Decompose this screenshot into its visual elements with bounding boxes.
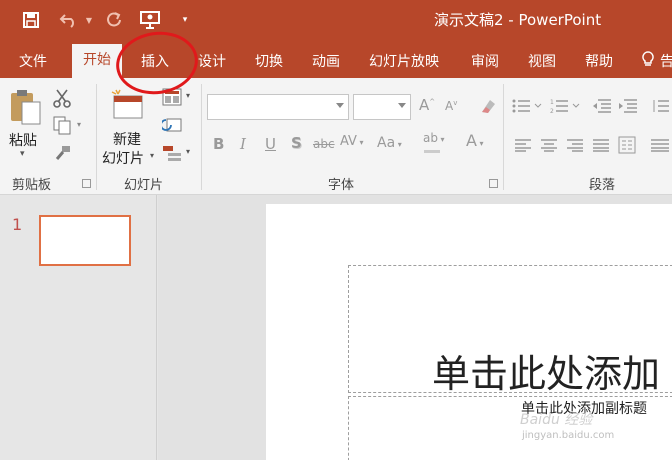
new-slide-dropdown-icon[interactable]: ▾: [150, 152, 154, 160]
group-paragraph-label: 段落: [589, 178, 616, 193]
line-spacing-icon[interactable]: [650, 98, 670, 117]
font-color-button[interactable]: A ▾: [466, 133, 484, 149]
paste-dropdown-icon[interactable]: ▾: [20, 150, 25, 159]
ribbon-home: 粘贴 ▾ ▾ 剪贴板 新建 幻灯片 ▾ ▾ ▾ 幻灯片 A^ Av B I U …: [0, 78, 672, 195]
group-clipboard-label: 剪贴板: [12, 178, 52, 193]
font-size-combobox[interactable]: [353, 94, 411, 120]
tab-home[interactable]: 开始: [72, 44, 122, 78]
slide-thumbnail[interactable]: [39, 215, 131, 266]
layout-dropdown-icon[interactable]: ▾: [186, 92, 190, 100]
font-name-dropdown-icon[interactable]: [336, 103, 344, 108]
font-launcher-icon[interactable]: [489, 179, 498, 188]
text-direction-icon[interactable]: [650, 138, 670, 155]
grow-font-icon[interactable]: A^: [419, 98, 435, 113]
reset-slide-icon[interactable]: [160, 116, 182, 137]
divider: [503, 84, 504, 190]
align-right-icon[interactable]: [566, 138, 584, 155]
cut-icon[interactable]: [52, 88, 72, 111]
change-case-button[interactable]: Aa ▾: [377, 136, 402, 150]
increase-indent-icon[interactable]: [618, 98, 638, 117]
present-icon[interactable]: [138, 9, 162, 31]
strikethrough-button[interactable]: abc: [313, 138, 335, 150]
tab-view[interactable]: 视图: [528, 51, 556, 71]
divider: [96, 84, 97, 190]
new-slide-icon[interactable]: [110, 88, 146, 125]
tab-tell-me[interactable]: 告: [660, 51, 672, 71]
redo-icon[interactable]: [104, 9, 124, 31]
customize-qat-icon[interactable]: ▾: [178, 9, 192, 31]
new-slide-label-line2[interactable]: 幻灯片: [102, 148, 144, 168]
new-slide-label-line1[interactable]: 新建: [113, 129, 141, 149]
justify-icon[interactable]: [592, 138, 610, 155]
format-painter-icon[interactable]: [54, 144, 72, 165]
undo-dropdown-icon[interactable]: ▼: [84, 9, 94, 31]
slide-number: 1: [12, 215, 23, 234]
font-name-combobox[interactable]: [207, 94, 349, 120]
align-center-icon[interactable]: [540, 138, 558, 155]
character-spacing-button[interactable]: AV ▾: [340, 135, 364, 148]
italic-button[interactable]: I: [240, 137, 246, 152]
tab-transitions[interactable]: 切换: [255, 51, 283, 71]
clipboard-launcher-icon[interactable]: [82, 179, 91, 188]
save-icon[interactable]: [20, 9, 42, 31]
numbering-icon[interactable]: 12: [550, 98, 580, 117]
decrease-indent-icon[interactable]: [592, 98, 612, 117]
undo-icon[interactable]: [58, 9, 80, 31]
section-dropdown-icon[interactable]: ▾: [186, 148, 190, 156]
bold-button[interactable]: B: [213, 137, 224, 152]
tab-help[interactable]: 帮助: [585, 51, 613, 71]
slide-thumbnail-pane: 1: [0, 195, 157, 460]
highlight-button[interactable]: ab ▾: [423, 132, 445, 144]
section-icon[interactable]: [162, 144, 182, 165]
ribbon-tabs: 文件 开始 插入 设计 切换 动画 幻灯片放映 审阅 视图 帮助 告: [0, 40, 672, 78]
svg-text:2: 2: [550, 108, 554, 114]
bullets-icon[interactable]: [512, 98, 542, 117]
paste-icon[interactable]: [8, 88, 42, 129]
paste-label[interactable]: 粘贴: [9, 130, 37, 150]
columns-icon[interactable]: [618, 136, 636, 157]
tab-review[interactable]: 审阅: [471, 51, 499, 71]
align-left-icon[interactable]: [514, 138, 532, 155]
tab-design[interactable]: 设计: [198, 51, 226, 71]
clear-formatting-icon[interactable]: [478, 96, 498, 119]
tab-slideshow[interactable]: 幻灯片放映: [369, 51, 439, 71]
group-slides-label: 幻灯片: [124, 178, 164, 193]
tab-file[interactable]: 文件: [19, 51, 47, 71]
svg-text:1: 1: [550, 99, 554, 106]
tab-animations[interactable]: 动画: [312, 51, 340, 71]
highlight-color-bar: [424, 150, 440, 153]
watermark-logo: Baidu 经验: [520, 412, 593, 428]
divider: [201, 84, 202, 190]
window-title: 演示文稿2 - PowerPoint: [434, 11, 602, 29]
shrink-font-icon[interactable]: Av: [445, 100, 457, 113]
copy-icon[interactable]: [52, 115, 72, 138]
group-font-label: 字体: [328, 178, 355, 193]
underline-button[interactable]: U: [265, 137, 276, 152]
lightbulb-icon[interactable]: [642, 51, 654, 69]
watermark-url: jingyan.baidu.com: [522, 430, 615, 441]
shadow-button[interactable]: S: [291, 136, 302, 151]
copy-dropdown-icon[interactable]: ▾: [77, 121, 81, 129]
title-bar: ▼ ▾ 演示文稿2 - PowerPoint: [0, 0, 672, 40]
font-size-dropdown-icon[interactable]: [398, 103, 406, 108]
title-placeholder-text[interactable]: 单击此处添加: [432, 343, 660, 398]
